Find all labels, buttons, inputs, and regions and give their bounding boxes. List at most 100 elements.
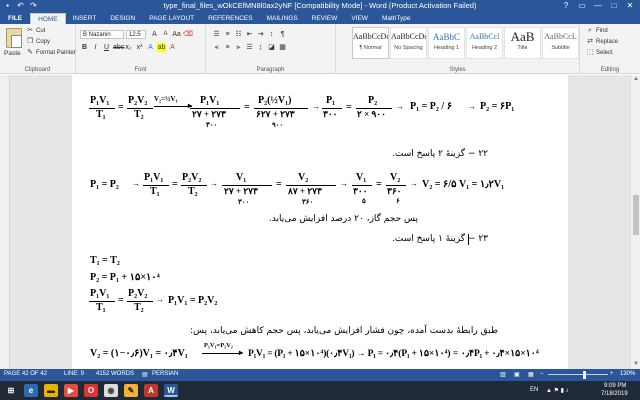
underline-icon[interactable]: U [102,43,111,52]
eq1-frac3-sub: ۳۰۰ [206,121,218,129]
document-page[interactable]: P₁V₁ T₁ = P₂V₂ T₂ V₂=½V₁ ▸ P₁V₁ ۲۷ + ۲۷۳… [72,75,568,369]
maximize-button[interactable]: □ [606,0,622,12]
format-painter-button[interactable]: ✎ Format Painter [26,49,76,57]
print-layout-icon[interactable]: ▣ [514,371,520,378]
font-size-controls: A A Aa ⌫ [150,30,193,39]
media-player-icon[interactable]: ▶ [64,384,78,397]
font-size-select[interactable]: 12.5 [126,30,146,39]
find-button[interactable]: ⌕ Find [586,27,608,35]
eq3-frac2-den: T₂ [134,302,144,313]
justify-icon[interactable]: ☰ [245,43,254,52]
acrobat-icon[interactable]: A [144,384,158,397]
tab-home[interactable]: HOME [30,13,66,24]
font-name-select[interactable]: B Nazanin [80,30,124,39]
ribbon-display-button[interactable]: ▭ [574,0,590,12]
increase-indent-icon[interactable]: ⇥ [256,30,265,39]
align-left-icon[interactable]: ⫷ [212,43,221,52]
copy-button[interactable]: ❐ Copy [26,38,50,46]
font-color-icon[interactable]: A [168,43,177,52]
start-button-icon[interactable]: ⊞ [4,384,18,397]
paste-icon[interactable] [6,28,22,48]
brush-icon: ✎ [27,49,33,56]
style-subtitle[interactable]: AaBbCcL Subtitle [542,27,579,59]
replace-button[interactable]: ⇄ Replace [586,38,618,46]
window-controls: ? ▭ — □ ✕ [558,0,638,12]
tray-icons[interactable]: ▲ ⚑ ▮ ♪ [546,387,569,394]
relation-text: طبق رابطهٔ بدست آمده، چون فشار افزایش می… [189,326,498,336]
scroll-thumb[interactable] [633,195,639,235]
show-marks-icon[interactable]: ¶ [278,30,287,39]
tab-mathtype[interactable]: MathType [375,13,418,24]
page-indicator[interactable]: PAGE 42 OF 42 [4,371,47,377]
decrease-indent-icon[interactable]: ⇤ [245,30,254,39]
highlight-icon[interactable]: ab [157,43,166,52]
opera-icon[interactable]: O [84,384,98,397]
select-button[interactable]: ⬚ Select [586,49,613,57]
change-case-icon[interactable]: Aa [172,30,181,39]
cut-button[interactable]: ✂ Cut [26,27,45,35]
bold-icon[interactable]: B [80,43,89,52]
line-spacing-icon[interactable]: ↨ [256,43,265,52]
help-button[interactable]: ? [558,0,574,12]
tab-references[interactable]: REFERENCES [201,13,259,24]
borders-icon[interactable]: ▦ [278,43,287,52]
line-indicator[interactable]: LINE: 9 [64,371,84,377]
word-count[interactable]: 4152 WORDS [96,371,134,377]
language-indicator[interactable]: PERSIAN [152,371,178,377]
tab-mailings[interactable]: MAILINGS [260,13,305,24]
proofing-icon[interactable]: ▤ [142,371,148,378]
tab-review[interactable]: REVIEW [305,13,345,24]
clipboard-group: Paste ✂ Cut ❐ Copy ✎ Format Painter Clipboa… [0,24,76,74]
zoom-level[interactable]: 130% [620,371,635,377]
zoom-in-icon[interactable]: + [610,371,614,377]
ribbon-home: Paste ✂ Cut ❐ Copy ✎ Format Painter Clipboa… [0,24,640,74]
ie-icon[interactable]: e [24,384,38,397]
align-center-icon[interactable]: ≡ [223,43,232,52]
alignment-controls: ⫷ ≡ ⫸ ☰ ↨ ◪ ▦ [212,43,287,52]
web-layout-icon[interactable]: ▦ [528,371,534,378]
shrink-font-icon[interactable]: A [161,30,170,39]
word-taskbar-icon[interactable]: W [164,384,178,397]
zoom-slider-thumb[interactable] [583,371,586,379]
align-right-icon[interactable]: ⫸ [234,43,243,52]
bullets-icon[interactable]: ☰ [212,30,221,39]
tab-file[interactable]: FILE [0,13,31,24]
close-button[interactable]: ✕ [622,0,638,12]
style-title[interactable]: AaB Title [504,27,541,59]
grow-font-icon[interactable]: A [150,30,159,39]
vertical-scrollbar[interactable]: ▲ ▼ [630,75,640,369]
tab-insert[interactable]: INSERT [66,13,104,24]
clear-formatting-icon[interactable]: ⌫ [183,30,193,39]
zoom-slider[interactable] [548,374,608,375]
italic-icon[interactable]: I [91,43,100,52]
superscript-icon[interactable]: x² [135,43,144,52]
eq2-frac6-num: V₂ [390,172,401,183]
paste-button[interactable]: Paste [4,50,21,57]
read-mode-icon[interactable]: ▥ [500,371,506,378]
eq1-frac6-den: ۲ × ۹۰۰ [357,109,386,119]
sort-icon[interactable]: ↕ [267,30,276,39]
paint-icon[interactable]: ✎ [124,384,138,397]
numbering-icon[interactable]: ≡ [223,30,232,39]
clock-date[interactable]: 7/18/2019 [601,391,628,397]
style-no-spacing[interactable]: AaBbCcDc No Spacing [390,27,427,59]
multilevel-list-icon[interactable]: ☷ [234,30,243,39]
tab-design[interactable]: DESIGN [103,13,142,24]
minimize-button[interactable]: — [590,0,606,12]
tab-page-layout[interactable]: PAGE LAYOUT [142,13,201,24]
strikethrough-icon[interactable]: abc [113,43,124,52]
subscript-icon[interactable]: x₂ [124,43,133,52]
style-heading-1[interactable]: AaBbC Heading 1 [428,27,465,59]
tab-view[interactable]: VIEW [344,13,375,24]
shading-icon[interactable]: ◪ [267,43,276,52]
file-explorer-icon[interactable]: ▬ [44,384,58,397]
language-tray[interactable]: EN [530,387,538,393]
clock-time[interactable]: 9:09 PM [604,383,626,389]
chrome-icon[interactable]: ◉ [104,384,118,397]
zoom-out-icon[interactable]: − [540,371,544,377]
scroll-up-icon[interactable]: ▲ [631,75,640,84]
style-normal[interactable]: AaBbCcDc ¶ Normal [352,27,389,59]
style-heading-2[interactable]: AaBbCcl Heading 2 [466,27,503,59]
text-effects-icon[interactable]: A [146,43,155,52]
scroll-down-icon[interactable]: ▼ [631,360,640,369]
